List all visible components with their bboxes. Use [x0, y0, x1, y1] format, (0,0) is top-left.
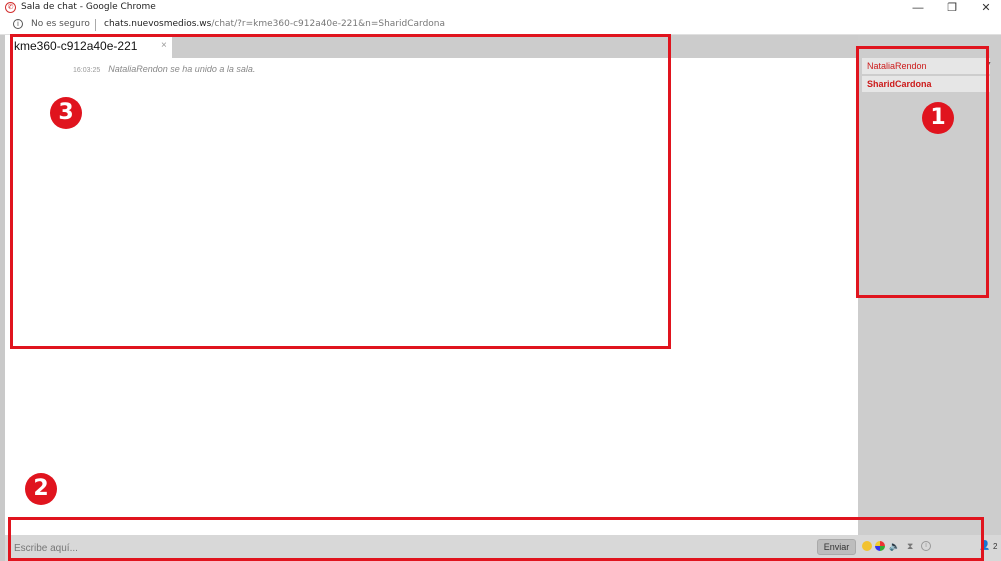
info-icon[interactable]: i: [13, 19, 23, 29]
left-scrollbar[interactable]: [0, 35, 5, 561]
restore-button[interactable]: ❐: [937, 0, 967, 16]
annotation-badge-3: 3: [50, 97, 82, 129]
annotation-badge-2: 2: [25, 473, 57, 505]
address-separator: [95, 19, 96, 31]
url-path: /chat/?r=kme360-c912a40e-221&n=SharidCar…: [211, 19, 446, 29]
url-host: chats.nuevosmedios.ws: [104, 19, 212, 29]
security-label[interactable]: No es seguro: [31, 19, 90, 29]
url-text[interactable]: chats.nuevosmedios.ws/chat/?r=kme360-c91…: [104, 19, 445, 29]
annotation-box-2: [8, 517, 984, 561]
close-window-button[interactable]: ✕: [971, 0, 1001, 16]
users-count: 2: [993, 542, 998, 551]
minimize-button[interactable]: —: [903, 0, 933, 16]
chat-favicon-icon: ✆: [5, 2, 16, 13]
address-bar[interactable]: i No es seguro chats.nuevosmedios.ws/cha…: [0, 16, 1001, 35]
window-title: Sala de chat - Google Chrome: [21, 2, 156, 12]
window-titlebar: ✆ Sala de chat - Google Chrome — ❐ ✕: [0, 0, 1001, 16]
annotation-badge-1: 1: [922, 102, 954, 134]
annotation-box-3: [10, 34, 671, 349]
annotation-box-1: [856, 46, 989, 298]
